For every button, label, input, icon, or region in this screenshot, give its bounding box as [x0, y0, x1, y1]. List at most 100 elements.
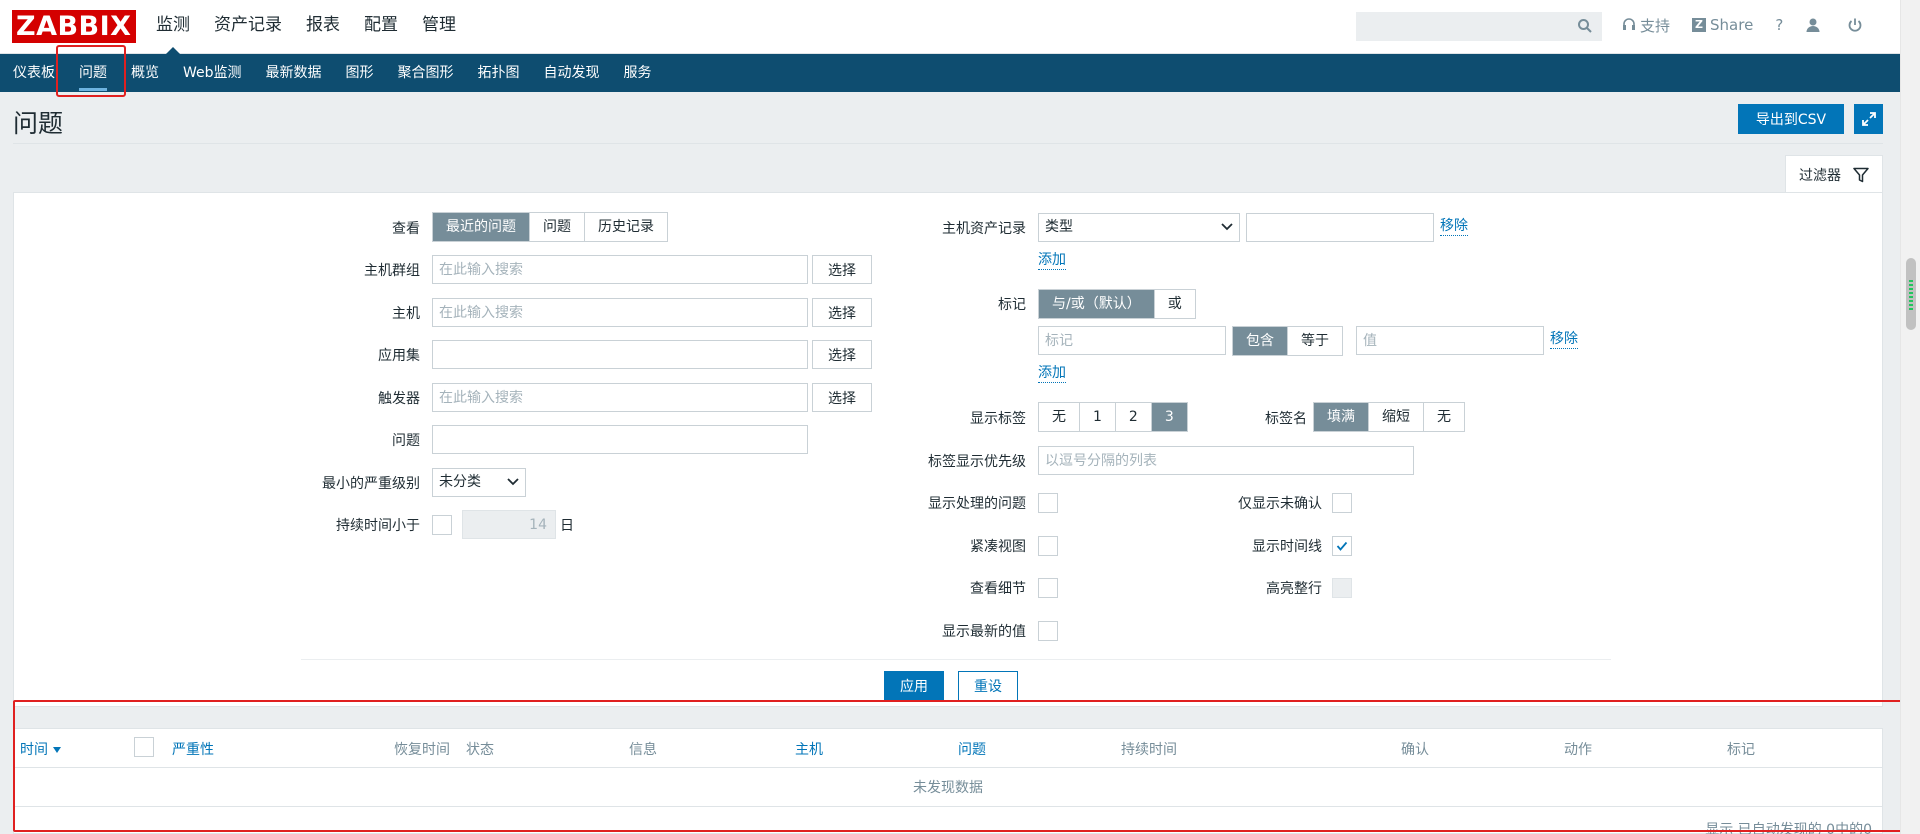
- show-tags-switch: 无 1 2 3: [1038, 402, 1188, 432]
- tag-match-equals[interactable]: 等于: [1287, 327, 1342, 355]
- zabbix-logo[interactable]: ZABBIX: [12, 10, 136, 43]
- submenu-overview[interactable]: 概览: [131, 55, 159, 91]
- submenu-web[interactable]: Web监测: [183, 55, 242, 91]
- host-group-input[interactable]: [432, 255, 808, 284]
- tag-name-short[interactable]: 缩短: [1368, 403, 1423, 431]
- compact-view-checkbox[interactable]: [1038, 536, 1058, 556]
- share-link[interactable]: Z Share: [1692, 16, 1753, 34]
- sub-menu: 仪表板 问题 概览 Web监测 最新数据 图形 聚合图形 拓扑图 自动发现 服务: [0, 54, 1900, 92]
- tag-name-input[interactable]: [1038, 326, 1226, 355]
- submenu-latest-data[interactable]: 最新数据: [266, 55, 322, 91]
- show-tags-2[interactable]: 2: [1114, 403, 1151, 431]
- tag-name-full[interactable]: 填满: [1314, 403, 1368, 431]
- tag-name-none[interactable]: 无: [1423, 403, 1464, 431]
- submenu-maps[interactable]: 拓扑图: [478, 55, 520, 91]
- chevron-down-icon: [507, 478, 519, 486]
- problem-input[interactable]: [432, 425, 808, 454]
- main-menu-reports[interactable]: 报表: [306, 0, 340, 54]
- show-tags-none[interactable]: 无: [1039, 403, 1079, 431]
- submenu-graphs[interactable]: 图形: [346, 55, 374, 91]
- submenu-discovery[interactable]: 自动发现: [544, 55, 600, 91]
- fullscreen-icon: [1861, 112, 1876, 126]
- inventory-value-input[interactable]: [1246, 213, 1434, 242]
- search-icon[interactable]: [1577, 18, 1593, 38]
- top-bar: ZABBIX 监测 资产记录 报表 配置 管理 支持 Z Share ?: [0, 0, 1900, 55]
- user-profile-link[interactable]: [1805, 17, 1825, 33]
- application-select-button[interactable]: 选择: [812, 340, 872, 369]
- inventory-remove-link[interactable]: 移除: [1440, 218, 1468, 236]
- unack-only-label: 仅显示未确认: [1238, 496, 1322, 512]
- tag-value-input[interactable]: [1356, 326, 1544, 355]
- top-links: 支持 Z Share ?: [1622, 0, 1889, 50]
- inventory-field-value: 类型: [1045, 219, 1073, 235]
- scrollbar-grip: [1909, 280, 1913, 310]
- reset-button[interactable]: 重设: [958, 671, 1018, 701]
- scrollbar-thumb[interactable]: [1906, 258, 1916, 330]
- show-timeline-checkbox[interactable]: [1332, 536, 1352, 556]
- tag-name-switch: 填满 缩短 无: [1313, 402, 1465, 432]
- view-history[interactable]: 历史记录: [584, 213, 667, 241]
- application-input[interactable]: [432, 340, 808, 369]
- highlight-row-checkbox[interactable]: [1332, 578, 1352, 598]
- trigger-label: 触发器: [378, 391, 420, 407]
- main-menu-administration[interactable]: 管理: [422, 0, 456, 54]
- inventory-field-select[interactable]: 类型: [1038, 213, 1240, 242]
- chevron-down-icon: [1221, 223, 1233, 231]
- tags-operator-and-or[interactable]: 与/或（默认）: [1039, 290, 1154, 318]
- filter-tab[interactable]: 过滤器: [1785, 155, 1883, 193]
- show-tags-1[interactable]: 1: [1079, 403, 1115, 431]
- host-group-select-button[interactable]: 选择: [812, 255, 872, 284]
- power-icon: [1848, 18, 1862, 32]
- show-timeline-label: 显示时间线: [1252, 539, 1322, 555]
- show-details-label: 查看细节: [970, 581, 1026, 597]
- show-latest-values-label: 显示最新的值: [942, 624, 1026, 640]
- logout-link[interactable]: [1847, 17, 1867, 33]
- filter-tab-label: 过滤器: [1799, 167, 1841, 184]
- zabbix-share-icon: Z: [1692, 18, 1707, 32]
- show-details-checkbox[interactable]: [1038, 578, 1058, 598]
- title-divider: [13, 143, 1883, 144]
- user-icon: [1806, 18, 1820, 32]
- tags-operator-or[interactable]: 或: [1153, 290, 1195, 318]
- tag-remove-link[interactable]: 移除: [1550, 331, 1578, 349]
- submenu-dashboard[interactable]: 仪表板: [13, 55, 55, 91]
- duration-input[interactable]: [462, 510, 556, 539]
- application-label: 应用集: [378, 348, 420, 364]
- tag-add-link[interactable]: 添加: [1038, 365, 1066, 383]
- duration-label: 持续时间小于: [336, 518, 420, 534]
- view-label: 查看: [392, 221, 420, 237]
- support-link[interactable]: 支持: [1622, 15, 1670, 36]
- main-menu-monitoring[interactable]: 监测: [156, 0, 190, 55]
- export-csv-button[interactable]: 导出到CSV: [1738, 104, 1844, 134]
- checkmark-icon: [1336, 541, 1348, 551]
- submenu-services[interactable]: 服务: [624, 55, 652, 91]
- highlight-row-label: 高亮整行: [1266, 581, 1322, 597]
- apply-button[interactable]: 应用: [884, 671, 944, 701]
- submenu-screens[interactable]: 聚合图形: [398, 55, 454, 91]
- min-severity-select[interactable]: 未分类: [432, 468, 526, 497]
- show-tags-3[interactable]: 3: [1150, 403, 1187, 431]
- fullscreen-button[interactable]: [1854, 104, 1883, 134]
- main-menu: 监测 资产记录 报表 配置 管理: [156, 0, 480, 55]
- view-problems[interactable]: 问题: [529, 213, 584, 241]
- tag-priority-input[interactable]: [1038, 446, 1414, 475]
- show-tags-label: 显示标签: [970, 411, 1026, 427]
- help-link[interactable]: ?: [1775, 16, 1783, 34]
- page-scrollbar[interactable]: [1900, 0, 1920, 834]
- tag-match-contains[interactable]: 包含: [1233, 327, 1287, 355]
- global-search-input[interactable]: [1357, 13, 1567, 40]
- min-severity-value: 未分类: [439, 474, 481, 490]
- view-recent-problems[interactable]: 最近的问题: [433, 213, 529, 241]
- main-menu-configuration[interactable]: 配置: [364, 0, 398, 54]
- tag-match-switch: 包含 等于: [1232, 326, 1343, 356]
- show-suppressed-checkbox[interactable]: [1038, 493, 1058, 513]
- main-menu-inventory[interactable]: 资产记录: [214, 0, 282, 54]
- page-title: 问题: [13, 109, 64, 138]
- inventory-add-link[interactable]: 添加: [1038, 252, 1066, 270]
- show-latest-values-checkbox[interactable]: [1038, 621, 1058, 641]
- headset-icon: [1623, 18, 1635, 30]
- duration-checkbox[interactable]: [432, 515, 452, 535]
- inventory-label: 主机资产记录: [942, 221, 1026, 237]
- filter-icon: [1853, 167, 1869, 182]
- unack-only-checkbox[interactable]: [1332, 493, 1352, 513]
